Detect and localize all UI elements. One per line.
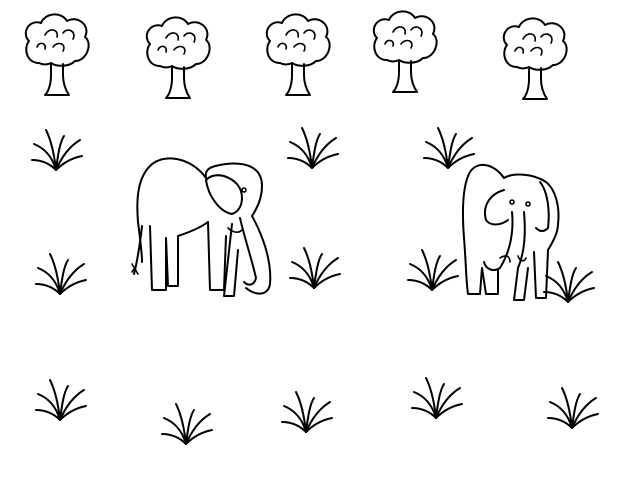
grass-tuft-icon (31, 129, 83, 171)
grass-tuft-icon (547, 387, 599, 429)
tree-icon (24, 13, 90, 96)
tree-icon (265, 13, 331, 96)
tree-icon (502, 17, 568, 100)
grass-tuft-icon (543, 261, 595, 303)
elephant-icon (131, 157, 272, 297)
grass-tuft-icon (287, 127, 339, 169)
grass-tuft-icon (35, 379, 87, 421)
grass-tuft-icon (407, 249, 459, 291)
elephant-icon (461, 163, 560, 301)
tree-icon (372, 10, 438, 93)
grass-tuft-icon (161, 403, 213, 445)
coloring-page-scene (24, 10, 599, 445)
grass-tuft-icon (281, 391, 333, 433)
grass-tuft-icon (411, 377, 463, 419)
tree-icon (145, 16, 211, 99)
grass-tuft-icon (423, 127, 475, 169)
grass-tuft-icon (35, 253, 87, 295)
grass-tuft-icon (289, 247, 341, 289)
